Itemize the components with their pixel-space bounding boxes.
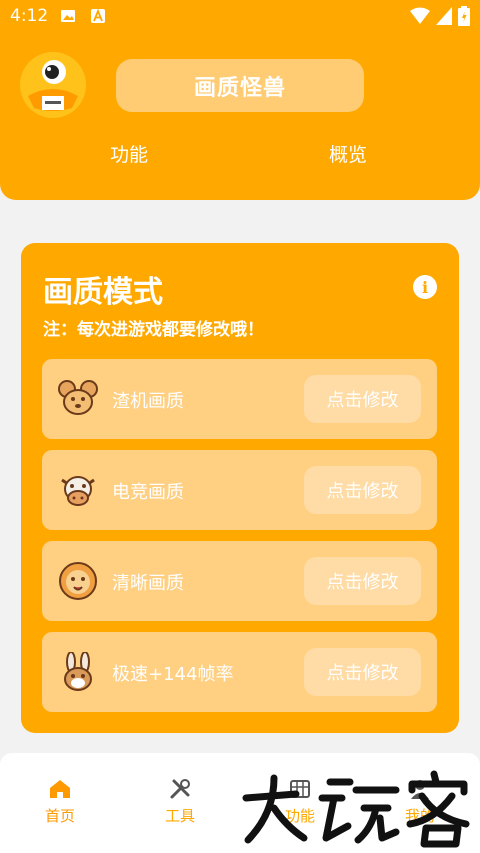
mode-row-clear: 清晰画质 点击修改 (42, 541, 437, 621)
nav-label: 工具 (164, 807, 195, 825)
lion-face-icon (59, 562, 97, 600)
quality-mode-card: 画质模式 i 注：每次进游戏都要修改哦！ 渣机画质 点击修改 电竞画质 点击修改… (21, 243, 459, 733)
home-icon (50, 780, 70, 798)
status-right (410, 6, 470, 26)
card-title: 画质模式 (43, 275, 163, 310)
nav-tools[interactable]: 工具 (140, 777, 220, 826)
mode-label: 渣机画质 (112, 391, 184, 412)
image-notification-icon (61, 10, 75, 22)
wifi-icon (410, 7, 430, 24)
avatar[interactable] (20, 52, 86, 118)
font-notification-icon (91, 8, 105, 23)
mouse-face-icon (58, 380, 98, 415)
status-time: 4:12 (10, 6, 49, 26)
mode-label: 清晰画质 (112, 573, 184, 594)
mascot-logo-icon (20, 52, 86, 118)
modify-button-esports[interactable]: 点击修改 (304, 466, 421, 514)
tab-overview[interactable]: 概览 (329, 140, 367, 167)
status-bar: 4:12 (0, 0, 480, 34)
info-icon[interactable]: i (413, 275, 437, 299)
app-title: 画质怪兽 (116, 59, 364, 112)
tools-icon (170, 779, 190, 799)
card-note: 注：每次进游戏都要修改哦！ (43, 320, 264, 340)
mode-row-fast: 极速+144帧率 点击修改 (42, 632, 437, 712)
mode-row-esports: 电竞画质 点击修改 (42, 450, 437, 530)
tab-features[interactable]: 功能 (110, 140, 148, 167)
mode-label: 极速+144帧率 (112, 664, 234, 685)
modify-button-clear[interactable]: 点击修改 (304, 557, 421, 605)
signal-icon (436, 7, 452, 25)
mode-label: 电竞画质 (112, 482, 184, 503)
rabbit-face-icon (64, 652, 92, 691)
nav-home[interactable]: 首页 (20, 777, 100, 826)
battery-icon (458, 6, 470, 26)
modify-button-fast[interactable]: 点击修改 (304, 648, 421, 696)
header: 4:12 画质怪兽 功能 概览 (0, 0, 480, 200)
nav-label: 首页 (44, 807, 75, 825)
modify-button-low[interactable]: 点击修改 (304, 375, 421, 423)
screen: 4:12 画质怪兽 功能 概览 画质模式 i 注：每次进游戏都要修改哦！ 渣机画… (0, 0, 480, 853)
mode-row-low: 渣机画质 点击修改 (42, 359, 437, 439)
cow-face-icon (61, 476, 95, 506)
watermark-logo (242, 770, 470, 848)
